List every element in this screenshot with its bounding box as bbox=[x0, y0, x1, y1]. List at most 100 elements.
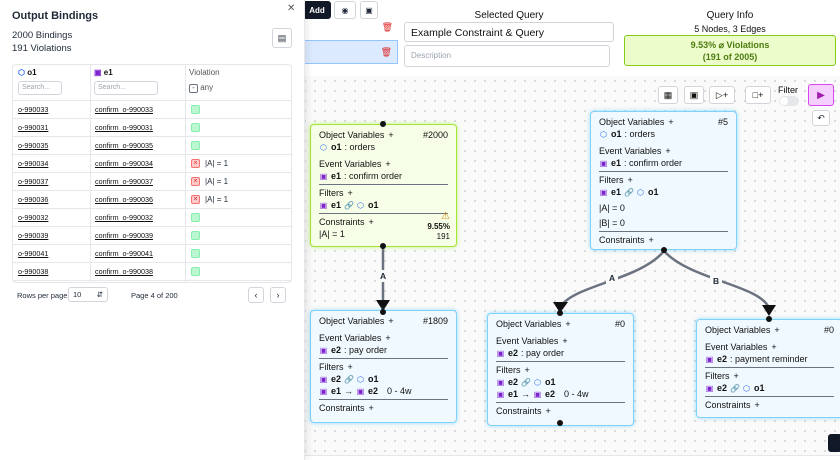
table-row[interactable]: o-990038 confirm_o-990038 bbox=[13, 263, 291, 281]
run-query-button[interactable]: ▶ bbox=[808, 84, 834, 106]
cell-e1[interactable]: confirm_o-990033 bbox=[95, 105, 153, 114]
query-list-item[interactable]: 🗑 bbox=[300, 20, 398, 38]
object-icon: ⬡ bbox=[743, 383, 750, 393]
filter-toggle[interactable] bbox=[779, 96, 799, 106]
add-filter-button[interactable]: + bbox=[525, 365, 530, 375]
previous-page-button[interactable]: ‹ bbox=[248, 287, 264, 303]
add-event-variable-button[interactable]: + bbox=[385, 159, 390, 169]
query-list-item-selected[interactable]: 🗑 bbox=[300, 40, 398, 64]
query-node-child-b[interactable]: Object Variables + #0 Event Variables + ▣ e2… bbox=[487, 313, 634, 426]
column-o1[interactable]: ⬡ o1 bbox=[18, 68, 37, 77]
query-description-input[interactable]: Description bbox=[404, 45, 610, 67]
add-constraint-button[interactable]: + bbox=[649, 235, 654, 245]
cell-o1[interactable]: o-990031 bbox=[18, 123, 48, 132]
add-button[interactable]: Add bbox=[303, 1, 331, 19]
o1-search-input[interactable]: Search... bbox=[18, 81, 62, 95]
add-event-variable-button[interactable]: + bbox=[771, 342, 776, 352]
table-row[interactable]: o-990031 confirm_o-990031 bbox=[13, 119, 291, 137]
close-icon[interactable]: ✕ bbox=[287, 3, 295, 14]
cell-o1[interactable]: o-990035 bbox=[18, 141, 48, 150]
event-icon: ▣ bbox=[705, 354, 714, 364]
node-handle-top[interactable] bbox=[380, 121, 386, 127]
edge-label-b[interactable]: B bbox=[713, 276, 719, 286]
edge-label-a[interactable]: A bbox=[380, 271, 386, 281]
add-object-variable-button[interactable]: + bbox=[388, 130, 393, 140]
add-filter-button[interactable]: + bbox=[628, 175, 633, 185]
table-row[interactable]: o-990041 confirm_o-990041 bbox=[13, 245, 291, 263]
add-filter-button[interactable]: + bbox=[734, 371, 739, 381]
cell-e1[interactable]: confirm_o-990036 bbox=[95, 195, 153, 204]
undo-icon[interactable]: ↶ bbox=[812, 110, 830, 126]
rows-per-page-select[interactable]: 10 ⇵ bbox=[68, 287, 108, 302]
cell-e1[interactable]: confirm_o-990031 bbox=[95, 123, 153, 132]
event-variable-name: e2 bbox=[717, 354, 728, 364]
object-icon: ⬡ bbox=[18, 68, 25, 77]
node-handle-top[interactable] bbox=[557, 310, 563, 316]
table-row[interactable]: o-990035 confirm_o-990035 bbox=[13, 137, 291, 155]
add-constraint-button[interactable]: + bbox=[369, 403, 374, 413]
column-violation[interactable]: Violation bbox=[189, 68, 220, 77]
node-handle-top[interactable] bbox=[766, 316, 772, 322]
add-event-variable-button[interactable]: + bbox=[562, 336, 567, 346]
next-page-button[interactable]: › bbox=[270, 287, 286, 303]
column-e1[interactable]: ▣ e1 bbox=[94, 68, 113, 77]
add-node-icon[interactable]: □+ bbox=[745, 86, 771, 104]
eye-icon[interactable]: ◉ bbox=[334, 1, 356, 19]
query-node-child-c[interactable]: Object Variables + #0 Event Variables + ▣ e2… bbox=[696, 319, 840, 418]
table-row[interactable]: o-990037 confirm_o-990037 × |A| = 1 bbox=[13, 173, 291, 191]
event-icon: ▣ bbox=[496, 377, 505, 387]
add-filter-button[interactable]: + bbox=[348, 188, 353, 198]
cell-e1[interactable]: confirm_o-990032 bbox=[95, 213, 153, 222]
node-handle-bottom[interactable] bbox=[661, 247, 667, 253]
table-row[interactable]: o-990034 confirm_o-990034 × |A| = 1 bbox=[13, 155, 291, 173]
cell-o1[interactable]: o-990034 bbox=[18, 159, 48, 168]
cell-e1[interactable]: confirm_o-990037 bbox=[95, 177, 153, 186]
e1-search-input[interactable]: Search... bbox=[94, 81, 158, 95]
add-constraint-button[interactable]: + bbox=[369, 217, 374, 227]
edge-label-a[interactable]: A bbox=[609, 273, 615, 283]
grid-layout-icon[interactable]: ▦ bbox=[658, 86, 678, 104]
cell-e1[interactable]: confirm_o-990041 bbox=[95, 249, 153, 258]
cell-o1[interactable]: o-990038 bbox=[18, 267, 48, 276]
cell-o1[interactable]: o-990036 bbox=[18, 195, 48, 204]
table-row[interactable]: o-990036 confirm_o-990036 × |A| = 1 bbox=[13, 191, 291, 209]
add-constraint-button[interactable]: + bbox=[546, 406, 551, 416]
cell-o1[interactable]: o-990033 bbox=[18, 105, 48, 114]
cell-e1[interactable]: confirm_o-990034 bbox=[95, 159, 153, 168]
violation-filter[interactable]: - any bbox=[189, 83, 213, 93]
query-name-input[interactable]: Example Constraint & Query bbox=[404, 22, 614, 42]
cell-e1[interactable]: confirm_o-990038 bbox=[95, 267, 153, 276]
query-node-root-2[interactable]: Object Variables + #5 ⬡ o1: orders Event Va… bbox=[590, 111, 737, 250]
add-gate-icon[interactable]: ▷+ bbox=[709, 86, 735, 104]
cell-o1[interactable]: o-990032 bbox=[18, 213, 48, 222]
add-object-variable-button[interactable]: + bbox=[774, 325, 779, 335]
table-row[interactable]: o-990032 confirm_o-990032 bbox=[13, 209, 291, 227]
add-event-variable-button[interactable]: + bbox=[665, 146, 670, 156]
query-node-root[interactable]: Object Variables + #2000 ⬡ o1: orders Event… bbox=[310, 124, 457, 247]
node-handle-top[interactable] bbox=[380, 309, 386, 315]
cell-o1[interactable]: o-990041 bbox=[18, 249, 48, 258]
query-node-child-a[interactable]: Object Variables + #1809 Event Variables + … bbox=[310, 310, 457, 423]
node-handle-bottom[interactable] bbox=[380, 243, 386, 249]
node-handle-bottom[interactable] bbox=[557, 420, 563, 426]
cell-e1[interactable]: confirm_o-990039 bbox=[95, 231, 153, 240]
fit-view-icon[interactable]: ▣ bbox=[684, 86, 704, 104]
trash-icon[interactable]: 🗑 bbox=[381, 47, 392, 58]
table-row[interactable]: o-990039 confirm_o-990039 bbox=[13, 227, 291, 245]
trash-icon[interactable]: 🗑 bbox=[382, 22, 393, 33]
add-object-variable-button[interactable]: + bbox=[565, 319, 570, 329]
add-object-variable-button[interactable]: + bbox=[388, 316, 393, 326]
save-icon[interactable]: ▣ bbox=[360, 1, 378, 19]
export-icon[interactable]: ▤ bbox=[272, 28, 292, 48]
add-object-variable-button[interactable]: + bbox=[668, 117, 673, 127]
add-event-variable-button[interactable]: + bbox=[385, 333, 390, 343]
corner-action-button[interactable] bbox=[828, 434, 840, 452]
violation-x-icon: × bbox=[191, 177, 200, 186]
add-filter-button[interactable]: + bbox=[348, 362, 353, 372]
cell-o1[interactable]: o-990039 bbox=[18, 231, 48, 240]
filter-from-event: e1 bbox=[508, 389, 519, 399]
cell-e1[interactable]: confirm_o-990035 bbox=[95, 141, 153, 150]
table-row[interactable]: o-990033 confirm_o-990033 bbox=[13, 101, 291, 119]
add-constraint-button[interactable]: + bbox=[755, 400, 760, 410]
cell-o1[interactable]: o-990037 bbox=[18, 177, 48, 186]
